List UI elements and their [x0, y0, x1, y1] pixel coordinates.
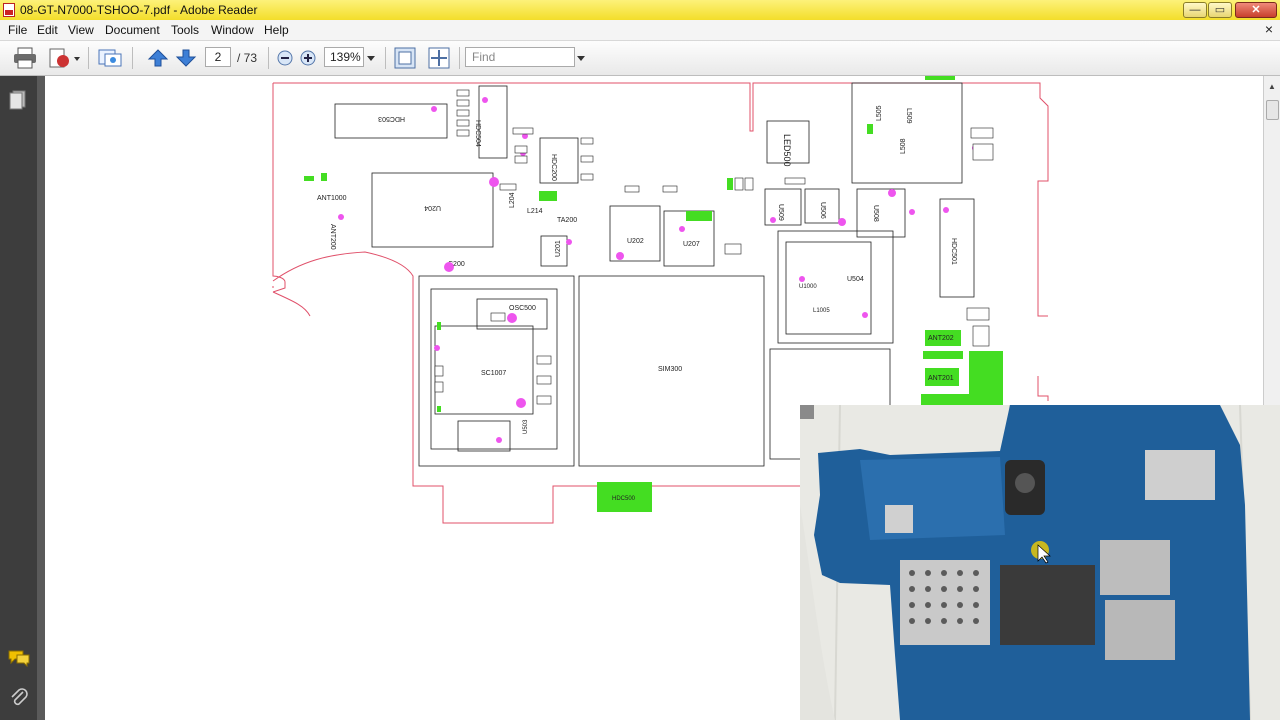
menu-view[interactable]: View — [68, 23, 94, 37]
next-page-icon[interactable] — [174, 46, 198, 70]
label-osc500: OSC500 — [509, 305, 536, 312]
label-hdc504: HDC504 — [474, 120, 481, 147]
label-l509: L509 — [905, 108, 912, 124]
menu-bar: File Edit View Document Tools Window Hel… — [0, 20, 1280, 41]
label-u202: U202 — [627, 238, 644, 245]
label-ant1000: ANT1000 — [317, 195, 347, 202]
maximize-button[interactable]: ▭ — [1208, 2, 1232, 18]
toolbar-separator — [88, 47, 89, 69]
label-u509: U509 — [777, 204, 784, 221]
label-l214: L214 — [527, 208, 543, 215]
toolbar-separator — [132, 47, 133, 69]
zoom-dropdown-icon[interactable] — [366, 46, 376, 70]
page-total: / 73 — [237, 51, 258, 65]
share-icon[interactable] — [96, 46, 124, 70]
toolbar-separator — [268, 47, 269, 69]
label-l505: L505 — [876, 105, 883, 121]
menu-help[interactable]: Help — [264, 23, 289, 37]
menu-document[interactable]: Document — [105, 23, 160, 37]
scroll-up-icon[interactable]: ▲ — [1268, 82, 1276, 91]
print-icon[interactable] — [12, 46, 38, 70]
close-button[interactable]: ✕ — [1235, 2, 1277, 18]
label-u508: U508 — [872, 205, 879, 222]
label-ant200: ANT200 — [329, 224, 336, 250]
label-hdc503: HDC503 — [378, 115, 405, 122]
label-u1000: U1000 — [799, 284, 817, 290]
toolbar-separator — [385, 47, 386, 69]
zoom-level-input[interactable]: 139% — [324, 47, 364, 67]
label-hdc500: HDC500 — [612, 496, 636, 502]
zoom-out-icon[interactable] — [276, 46, 294, 70]
comments-icon[interactable] — [7, 649, 31, 667]
label-u504: U504 — [847, 276, 864, 283]
attachments-icon[interactable] — [9, 687, 29, 709]
minimize-button[interactable]: — — [1183, 2, 1207, 18]
menu-tools[interactable]: Tools — [171, 23, 199, 37]
find-dropdown-icon[interactable] — [576, 46, 586, 70]
label-l1005: L1005 — [813, 308, 830, 314]
navigation-panel — [0, 76, 37, 720]
adobe-reader-window: 08-GT-N7000-TSHOO-7.pdf - Adobe Reader —… — [0, 0, 1280, 720]
menu-edit[interactable]: Edit — [37, 23, 58, 37]
toolbar-separator — [459, 47, 460, 69]
label-l508: L508 — [900, 138, 907, 154]
label-l204: L204 — [509, 192, 516, 208]
page-number-input[interactable]: 2 — [205, 47, 231, 67]
pcb-video-overlay — [800, 405, 1280, 720]
pcb-photo — [800, 405, 1280, 720]
pages-panel-icon[interactable] — [9, 90, 27, 110]
label-hdc501: HDC501 — [950, 238, 957, 265]
window-title: 08-GT-N7000-TSHOO-7.pdf - Adobe Reader — [20, 3, 258, 17]
fit-page-icon[interactable] — [393, 46, 417, 70]
label-ant201: ANT201 — [928, 375, 954, 382]
fit-width-icon[interactable] — [427, 46, 451, 70]
create-pdf-icon[interactable] — [46, 46, 82, 70]
toolbar: 2 / 73 139% Find — [0, 41, 1280, 76]
scrollbar-thumb[interactable] — [1266, 100, 1279, 120]
menu-window[interactable]: Window — [211, 23, 254, 37]
label-sc1007: SC1007 — [481, 370, 506, 377]
label-u204: U204 — [424, 204, 441, 211]
label-u506: U506 — [819, 202, 826, 219]
label-u207: U207 — [683, 241, 700, 248]
menu-file[interactable]: File — [8, 23, 27, 37]
find-input[interactable]: Find — [465, 47, 575, 67]
label-ta200: TA200 — [557, 217, 577, 224]
label-hdc200: HDC200 — [550, 154, 557, 181]
zoom-in-icon[interactable] — [299, 46, 317, 70]
title-bar: 08-GT-N7000-TSHOO-7.pdf - Adobe Reader —… — [0, 0, 1280, 21]
test-points — [338, 97, 978, 443]
close-document-icon[interactable]: × — [1265, 21, 1273, 37]
previous-page-icon[interactable] — [146, 46, 170, 70]
label-led500: LED500 — [782, 134, 792, 167]
label-u503: U503 — [523, 419, 529, 434]
label-ant202: ANT202 — [928, 335, 954, 342]
label-u201: U201 — [555, 240, 562, 257]
label-sim300: SIM300 — [658, 366, 682, 373]
pdf-file-icon — [3, 3, 15, 17]
